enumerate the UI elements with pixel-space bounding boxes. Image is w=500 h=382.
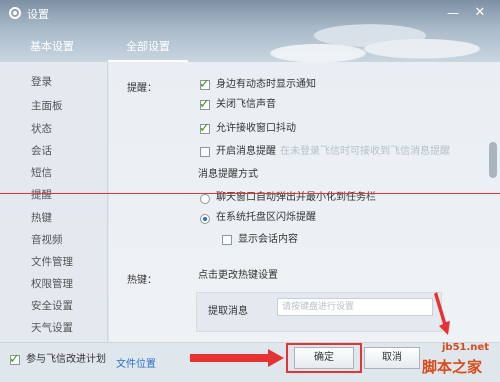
hotkey-field-label: 提取消息 xyxy=(208,306,248,317)
option-hint: 在未登录飞信时可接收到飞信消息提醒 xyxy=(280,146,450,157)
title-bar: 设置 — ✕ xyxy=(0,0,500,26)
reminder-section-label: 提醒： xyxy=(127,83,157,94)
option-label: 关闭飞信声音 xyxy=(216,99,276,110)
radio-button[interactable] xyxy=(200,214,210,224)
improve-plan-label: 参与飞信改进计划 xyxy=(26,354,106,365)
window-title: 设置 xyxy=(27,8,49,21)
scrollbar-thumb[interactable] xyxy=(489,142,497,178)
sidebar-item-main-panel[interactable]: 主面板 xyxy=(31,98,63,114)
sidebar-item-audio-video[interactable]: 音视频 xyxy=(31,232,63,248)
sidebar-item-reminder[interactable]: 提醒 xyxy=(31,187,52,203)
reminder-method-label: 消息提醒方式 xyxy=(198,169,258,180)
option-text: 开启消息提醒 xyxy=(216,146,276,157)
sidebar-item-status[interactable]: 状态 xyxy=(31,121,52,137)
file-location-link[interactable]: 文件位置 xyxy=(116,355,156,370)
checkmark-icon: ✓ xyxy=(199,121,210,136)
checkmark-icon: ✓ xyxy=(199,77,210,92)
hotkey-description: 点击更改热键设置 xyxy=(198,270,278,281)
radio-button[interactable] xyxy=(200,194,210,204)
tab-basic-settings[interactable]: 基本设置 xyxy=(22,34,82,62)
option-label: 允许接收窗口抖动 xyxy=(216,123,296,134)
watermark-name: 脚本之家 xyxy=(422,358,483,376)
scrollbar[interactable] xyxy=(489,62,497,342)
checkmark-icon: ✓ xyxy=(9,352,20,367)
settings-tabs: 基本设置 全部设置 xyxy=(0,34,500,62)
watermark-url: jb51.net xyxy=(442,342,489,353)
annotation-line xyxy=(0,193,500,194)
ok-button-highlight xyxy=(286,343,362,373)
option-label: 开启消息提醒 在未登录飞信时可接收到飞信消息提醒 xyxy=(216,145,450,159)
show-content-label: 显示会话内容 xyxy=(238,234,298,245)
gear-icon xyxy=(9,7,21,19)
sidebar-item-session[interactable]: 会话 xyxy=(31,143,52,159)
sidebar-item-permissions[interactable]: 权限管理 xyxy=(31,276,73,292)
option-checkbox[interactable] xyxy=(200,147,210,157)
sidebar-item-hotkey[interactable]: 热键 xyxy=(31,210,52,226)
sidebar-item-login[interactable]: 登录 xyxy=(31,74,52,90)
hotkey-section-label: 热键： xyxy=(127,275,157,286)
checkmark-icon: ✓ xyxy=(199,97,210,112)
sidebar-item-security[interactable]: 安全设置 xyxy=(31,298,73,314)
sidebar-item-sms[interactable]: 短信 xyxy=(31,165,52,181)
settings-sidebar: 登录 主面板 状态 会话 短信 提醒 热键 音视频 文件管理 权限管理 安全设置… xyxy=(0,62,108,342)
minimize-button[interactable]: — xyxy=(443,4,463,22)
close-button[interactable]: ✕ xyxy=(470,4,490,22)
show-content-checkbox[interactable] xyxy=(222,235,232,245)
cancel-button[interactable]: 取消 xyxy=(364,347,420,369)
sidebar-item-file-management[interactable]: 文件管理 xyxy=(31,254,73,270)
radio-label: 在系统托盘区闪烁提醒 xyxy=(216,212,316,223)
tab-all-settings[interactable]: 全部设置 xyxy=(108,34,188,62)
sidebar-item-weather[interactable]: 天气设置 xyxy=(31,320,73,336)
hotkey-input[interactable]: 请按键盘进行设置 xyxy=(277,298,433,316)
option-label: 身边有动态时显示通知 xyxy=(216,79,316,90)
